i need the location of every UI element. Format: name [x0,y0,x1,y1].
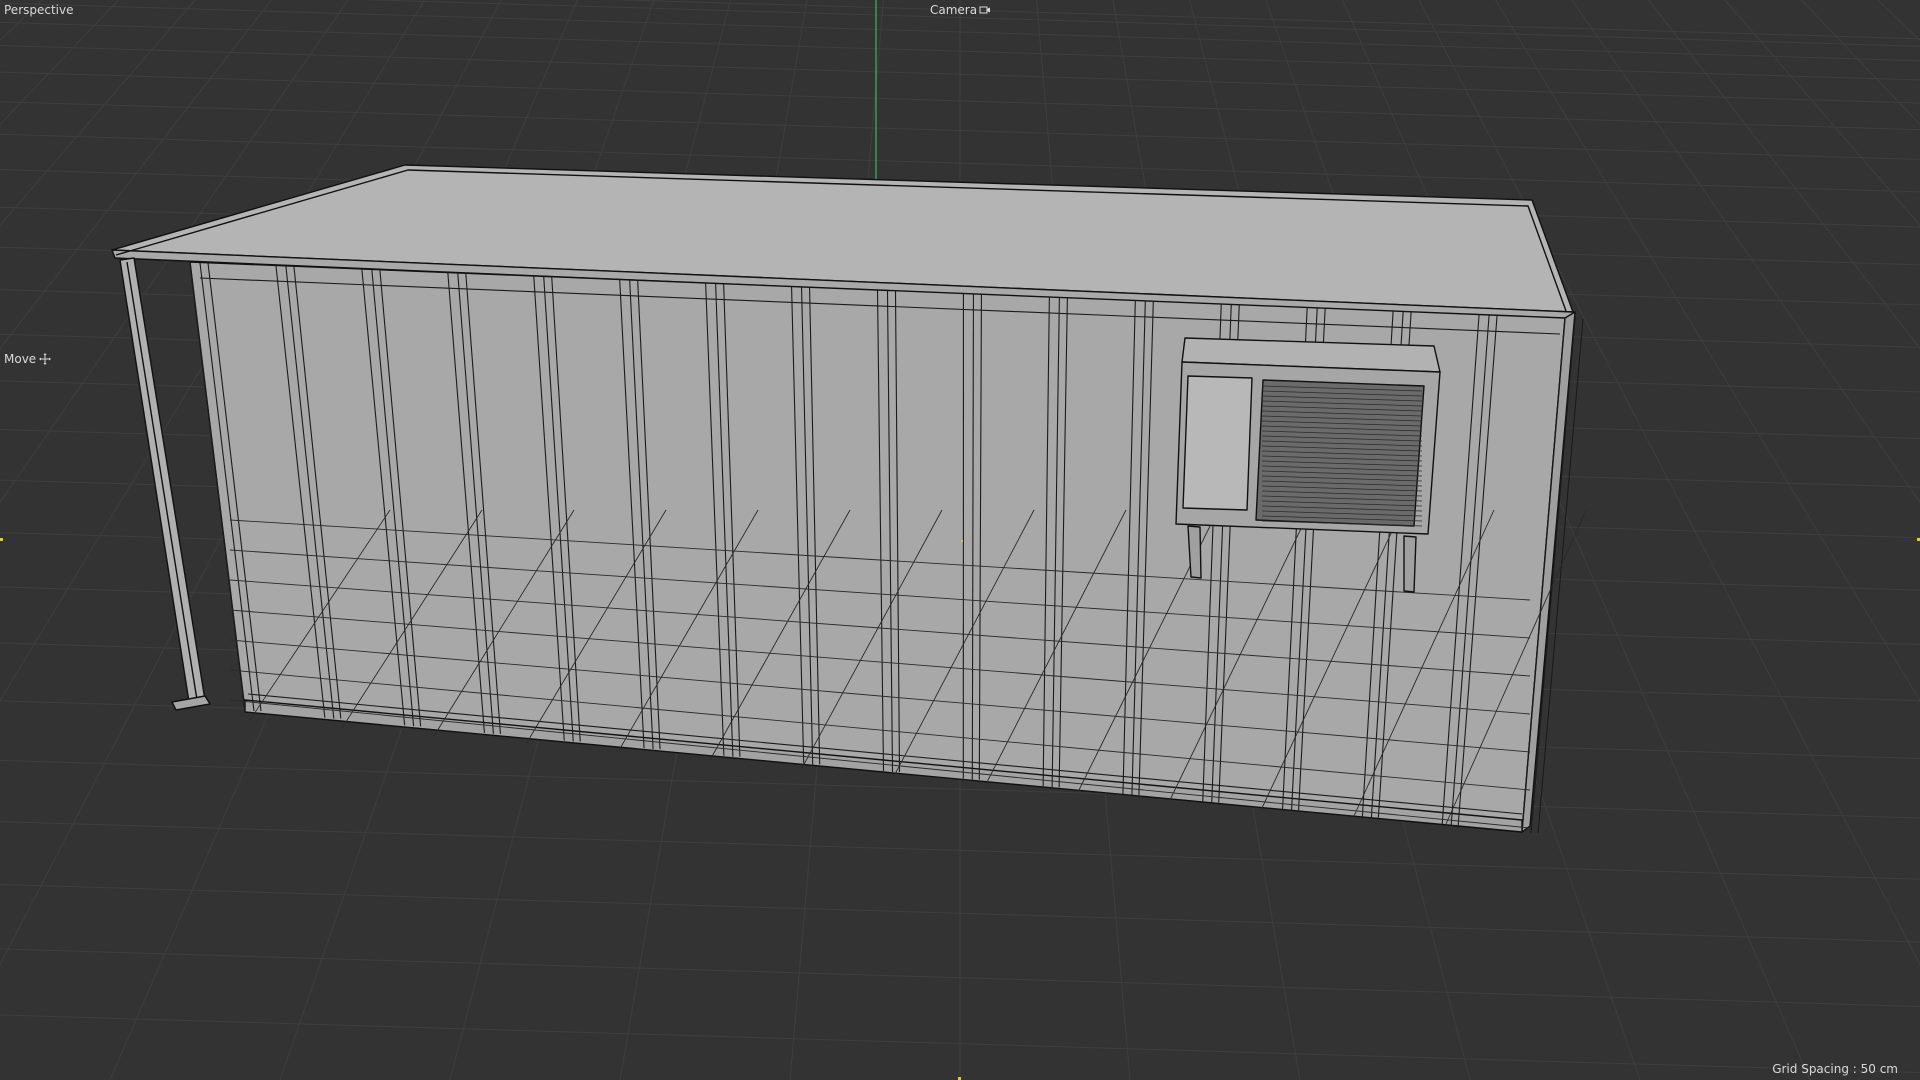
grid-spacing-label: Grid Spacing : 50 cm [1772,1062,1898,1076]
camera-icon[interactable] [979,4,991,16]
3d-viewport[interactable]: Perspective Camera Move Grid Spacing : 5… [0,0,1920,1080]
ac-left-panel [1182,375,1253,511]
post-foot [171,695,211,711]
active-tool[interactable]: Move [4,352,52,366]
move-icon [39,353,52,365]
grid-line [1648,0,1920,350]
camera-selector[interactable]: Camera [930,3,991,17]
grid-line [1495,0,1920,702]
support-post-edge [126,261,198,701]
pivot-marker [961,540,963,542]
grid-line [1801,0,1920,126]
grid-line [1571,0,1920,504]
grid-line [1877,0,1920,42]
tool-label: Move [4,352,37,366]
camera-label: Camera [930,3,978,17]
container-model[interactable] [111,164,1587,834]
ac-bracket-right [1403,535,1417,593]
view-name-label[interactable]: Perspective [4,3,74,17]
scene-canvas[interactable] [0,0,1920,1080]
grid-line [0,0,119,126]
viewport-edge-marker-left [0,538,3,541]
ac-bracket-left [1187,525,1202,579]
grid-line [0,0,43,42]
